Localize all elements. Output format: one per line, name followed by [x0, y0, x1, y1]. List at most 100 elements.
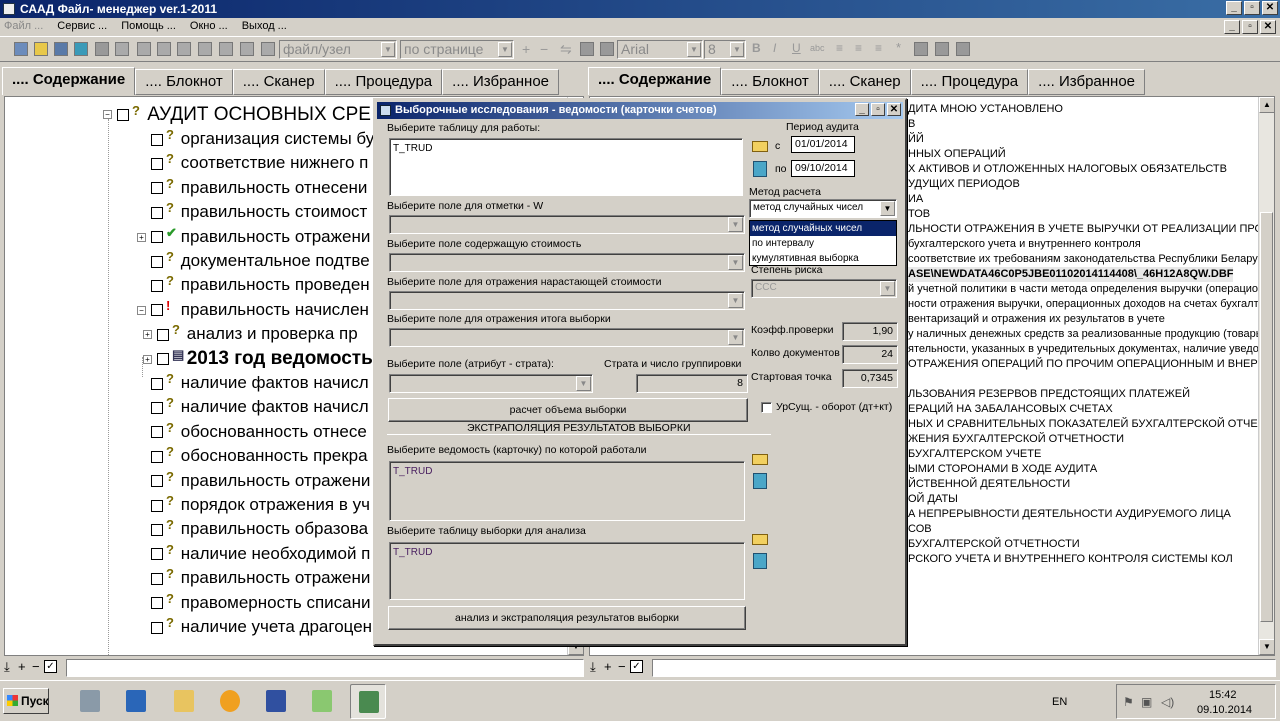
- dialog-maximize-button[interactable]: ▫: [871, 103, 885, 116]
- save-icon[interactable]: [956, 42, 970, 56]
- method-option[interactable]: по интервалу: [750, 236, 896, 251]
- checkbox[interactable]: [151, 548, 163, 561]
- cumulative-field-select[interactable]: ▼: [389, 291, 745, 310]
- checkbox[interactable]: [151, 279, 163, 292]
- method-option[interactable]: кумулятивная выборка: [750, 251, 896, 266]
- add-node-button[interactable]: +: [18, 660, 26, 674]
- calculator-icon[interactable]: [751, 472, 769, 490]
- method-select[interactable]: метод случайных чисел ▼: [749, 199, 897, 218]
- checkbox[interactable]: [151, 475, 163, 488]
- menu-exit[interactable]: Выход ...: [242, 18, 287, 35]
- left-status-field[interactable]: [66, 659, 584, 677]
- page-select[interactable]: по странице ▼: [400, 40, 514, 59]
- checkbox[interactable]: [151, 206, 163, 219]
- from-date-input[interactable]: 01/01/2014: [791, 136, 855, 153]
- minimize-button[interactable]: _: [1226, 1, 1242, 15]
- check-icon[interactable]: ✓: [44, 660, 57, 673]
- expand-icon[interactable]: +: [137, 232, 146, 242]
- square-icon[interactable]: [137, 42, 151, 56]
- paste-icon[interactable]: [600, 42, 614, 56]
- open-folder-icon[interactable]: [751, 137, 769, 155]
- total-field-select[interactable]: ▼: [389, 328, 745, 347]
- font-size-select[interactable]: 8 ▼: [704, 40, 746, 59]
- tree-item[interactable]: ? наличие учета драгоцен: [137, 615, 372, 639]
- strata-field-select[interactable]: ▼: [389, 374, 593, 393]
- menu-file[interactable]: Файл ...: [4, 18, 43, 35]
- mdi-minimize-button[interactable]: _: [1224, 20, 1240, 34]
- checkbox[interactable]: [151, 426, 163, 439]
- tag-icon[interactable]: [219, 42, 233, 56]
- align-left-icon[interactable]: ≡: [836, 41, 843, 55]
- checkbox[interactable]: [151, 523, 163, 536]
- method-dropdown-list[interactable]: метод случайных чисел по интервалу кумул…: [749, 220, 897, 266]
- tab-notepad-right[interactable]: .... Блокнот: [721, 69, 819, 95]
- underline-icon[interactable]: U: [792, 41, 801, 55]
- menu-window[interactable]: Окно ...: [190, 18, 228, 35]
- table-icon[interactable]: [74, 42, 88, 56]
- checkbox[interactable]: [151, 304, 163, 317]
- menu-help[interactable]: Помощь ...: [121, 18, 176, 35]
- tab-favorites-left[interactable]: .... Избранное: [442, 69, 560, 95]
- close-button[interactable]: ✕: [1262, 1, 1278, 15]
- open-icon[interactable]: [95, 42, 109, 56]
- strike-icon[interactable]: abc: [810, 43, 825, 53]
- checkbox[interactable]: [151, 182, 163, 195]
- checkbox[interactable]: [151, 621, 163, 634]
- open-folder-icon[interactable]: [751, 530, 769, 548]
- dialog-close-button[interactable]: ✕: [887, 103, 901, 116]
- tab-contents-right[interactable]: .... Содержание: [588, 67, 722, 95]
- tree-root[interactable]: −? АУДИТ ОСНОВНЫХ СРЕ: [103, 103, 371, 127]
- font-color-icon[interactable]: [914, 42, 928, 56]
- ledger-value[interactable]: T_TRUD: [393, 466, 432, 477]
- to-date-input[interactable]: 09/10/2014: [791, 160, 855, 177]
- select-table-list[interactable]: T_TRUD: [389, 138, 743, 196]
- scroll-down-arrow[interactable]: ▼: [1259, 639, 1274, 655]
- print-icon[interactable]: [935, 42, 949, 56]
- checkbox[interactable]: [157, 353, 169, 366]
- sample-list[interactable]: T_TRUD: [389, 542, 745, 600]
- grid-icon[interactable]: [261, 42, 275, 56]
- taskbar-app-powershell-icon[interactable]: [118, 684, 154, 719]
- checkbox[interactable]: [151, 377, 163, 390]
- field-select[interactable]: файл/узел ▼: [279, 40, 397, 59]
- tab-procedure-left[interactable]: .... Процедура: [324, 69, 443, 95]
- right-status-field[interactable]: [652, 659, 1276, 677]
- tab-scanner-right[interactable]: .... Сканер: [818, 69, 911, 95]
- collapse-icon[interactable]: −: [103, 110, 112, 120]
- volume-icon[interactable]: ◁): [1161, 695, 1174, 709]
- binoculars-icon[interactable]: [177, 42, 191, 56]
- tab-scanner-left[interactable]: .... Сканер: [232, 69, 325, 95]
- link-icon[interactable]: ⇋: [560, 41, 572, 58]
- font-select[interactable]: Arial ▼: [617, 40, 703, 59]
- checkbox[interactable]: [151, 450, 163, 463]
- flag-icon[interactable]: ⚑: [1123, 695, 1134, 709]
- report-scrollbar[interactable]: ▲ ▼: [1258, 97, 1274, 655]
- taskbar-app-bird-icon[interactable]: [212, 684, 248, 719]
- checkbox[interactable]: [151, 572, 163, 585]
- expand-icon[interactable]: +: [143, 354, 152, 364]
- users-icon[interactable]: [14, 42, 28, 56]
- checkbox[interactable]: [151, 157, 163, 170]
- checkbox[interactable]: [151, 255, 163, 268]
- ursush-checkbox[interactable]: [761, 402, 772, 413]
- coef-value[interactable]: 1,90: [842, 322, 898, 341]
- maximize-button[interactable]: ▫: [1244, 1, 1260, 15]
- tree-nav-icon[interactable]: ⤓: [4, 660, 10, 674]
- remove-node-button[interactable]: −: [32, 660, 40, 674]
- calculator-icon[interactable]: [54, 42, 68, 56]
- checkbox[interactable]: [151, 133, 163, 146]
- expand-icon[interactable]: +: [143, 330, 152, 340]
- edit-icon[interactable]: [198, 42, 212, 56]
- checkbox[interactable]: [117, 108, 129, 121]
- plus-icon[interactable]: +: [522, 41, 530, 57]
- list-icon[interactable]: [157, 42, 171, 56]
- check-icon-right[interactable]: ✓: [630, 660, 643, 673]
- tab-notepad-left[interactable]: .... Блокнот: [135, 69, 233, 95]
- tab-contents-left[interactable]: .... Содержание: [2, 67, 136, 95]
- tab-procedure-right[interactable]: .... Процедура: [910, 69, 1029, 95]
- taskbar-app-server-icon[interactable]: [72, 684, 108, 719]
- language-indicator[interactable]: EN: [1052, 696, 1067, 708]
- align-right-icon[interactable]: ≡: [875, 41, 882, 55]
- open-folder-icon[interactable]: [751, 450, 769, 468]
- tree-nav-icon-right[interactable]: ⤓: [590, 660, 596, 674]
